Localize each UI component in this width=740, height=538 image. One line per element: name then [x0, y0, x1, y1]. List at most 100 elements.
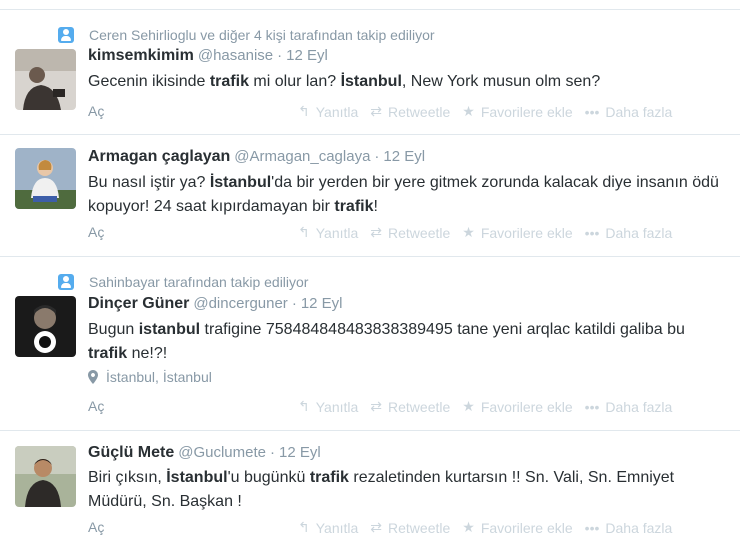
divider — [0, 134, 740, 135]
more-button[interactable]: ••• Daha fazla — [585, 104, 673, 120]
tweet-actions: ↰ Yanıtla ⇄ Retweetle ★ Favorilere ekle •••… — [298, 103, 672, 120]
separator-dot: · — [270, 444, 275, 461]
tweet-text-segment: trafigine 758484848483838389495 tane yen… — [200, 321, 685, 338]
favorite-label: Favorilere ekle — [480, 103, 573, 120]
tweet-text-segment: , New York musun olm sen? — [401, 73, 601, 90]
tweet-header: Güçlü Mete @Guclumete · 12 Eyl — [88, 444, 321, 462]
more-label: Daha fazla — [605, 519, 673, 536]
avatar[interactable] — [15, 446, 76, 507]
retweet-icon: ⇄ — [370, 224, 383, 240]
location-text: İstanbul, İstanbul — [106, 369, 212, 385]
reply-button[interactable]: ↰ Yanıtla — [298, 103, 358, 120]
expand-link[interactable]: Aç — [88, 398, 104, 414]
retweet-button[interactable]: ⇄ Retweetle — [370, 224, 450, 241]
highlighted-keyword: İstanbul — [166, 469, 228, 486]
expand-link[interactable]: Aç — [88, 103, 104, 119]
reply-button[interactable]: ↰ Yanıtla — [298, 398, 358, 415]
favorite-button[interactable]: ★ Favorilere ekle — [462, 224, 572, 241]
more-button[interactable]: ••• Daha fazla — [585, 399, 673, 415]
more-button[interactable]: ••• Daha fazla — [585, 520, 673, 536]
more-dots-icon: ••• — [584, 224, 600, 241]
separator-dot: · — [374, 148, 380, 165]
highlighted-keyword: İstanbul — [209, 174, 272, 191]
highlighted-keyword: İstanbul — [340, 73, 402, 90]
tweet-context: Ceren Sehirlioglu ve diğer 4 kişi tarafı… — [58, 26, 435, 44]
tweet-location[interactable]: İstanbul, İstanbul — [88, 369, 212, 385]
tweet-timestamp[interactable]: 12 Eyl — [383, 148, 425, 165]
reply-label: Yanıtla — [315, 519, 359, 536]
more-dots-icon: ••• — [584, 398, 600, 415]
retweet-button[interactable]: ⇄ Retweetle — [370, 519, 450, 536]
star-icon: ★ — [462, 224, 475, 240]
author-username[interactable]: @Armagan_caglaya — [234, 148, 370, 165]
retweet-icon: ⇄ — [370, 398, 383, 414]
author-name[interactable]: Güçlü Mete — [88, 444, 174, 461]
reply-button[interactable]: ↰ Yanıtla — [298, 519, 358, 536]
person-icon — [58, 27, 74, 43]
star-icon: ★ — [462, 398, 475, 414]
tweet-text: Bu nasıl iştir ya? İstanbul'da bir yerde… — [88, 171, 728, 219]
tweet-text: Gecenin ikisinde trafik mi olur lan? İst… — [88, 70, 728, 94]
star-icon: ★ — [462, 519, 475, 535]
retweet-button[interactable]: ⇄ Retweetle — [370, 103, 450, 120]
context-text: Sahinbayar tarafından takip ediliyor — [89, 274, 309, 290]
separator-dot: · — [277, 47, 283, 64]
context-text: Ceren Sehirlioglu ve diğer 4 kişi tarafı… — [89, 27, 435, 43]
person-icon — [58, 274, 74, 290]
highlighted-keyword: istanbul — [138, 321, 201, 338]
expand-link[interactable]: Aç — [88, 224, 104, 240]
retweet-icon: ⇄ — [370, 103, 383, 119]
more-button[interactable]: ••• Daha fazla — [585, 225, 673, 241]
author-name[interactable]: Armagan çaglayan — [88, 148, 230, 165]
tweet-context: Sahinbayar tarafından takip ediliyor — [58, 273, 308, 291]
tweet-timestamp[interactable]: 12 Eyl — [301, 295, 343, 312]
tweet-text-segment: ! — [373, 198, 378, 215]
retweet-icon: ⇄ — [370, 519, 383, 535]
more-label: Daha fazla — [605, 103, 673, 120]
retweet-label: Retweetle — [388, 103, 451, 120]
author-name[interactable]: kimsemkimim — [88, 47, 194, 64]
more-label: Daha fazla — [605, 224, 673, 241]
more-dots-icon: ••• — [584, 103, 600, 120]
highlighted-keyword: trafik — [209, 73, 249, 90]
reply-icon: ↰ — [298, 103, 310, 119]
highlighted-keyword: trafik — [334, 198, 374, 215]
avatar[interactable] — [15, 296, 76, 357]
retweet-label: Retweetle — [388, 224, 451, 241]
favorite-button[interactable]: ★ Favorilere ekle — [462, 398, 572, 415]
reply-button[interactable]: ↰ Yanıtla — [298, 224, 358, 241]
tweet-text-segment: Bu nasıl iştir ya? — [88, 174, 210, 191]
highlighted-keyword: trafik — [88, 345, 128, 362]
reply-icon: ↰ — [298, 224, 310, 240]
avatar[interactable] — [15, 148, 76, 209]
reply-label: Yanıtla — [315, 224, 359, 241]
tweet-text-segment: ne!?! — [127, 345, 168, 362]
author-name[interactable]: Dinçer Güner — [88, 295, 189, 312]
retweet-label: Retweetle — [388, 398, 451, 415]
reply-label: Yanıtla — [315, 103, 359, 120]
author-username[interactable]: @Guclumete — [178, 444, 266, 461]
avatar[interactable] — [15, 49, 76, 110]
expand-link[interactable]: Aç — [88, 519, 104, 535]
author-username[interactable]: @hasanise — [198, 47, 273, 64]
tweet-text-segment: Bugun — [88, 321, 139, 338]
tweet-text-segment: Biri çıksın, — [88, 469, 167, 486]
tweet-header: kimsemkimim @hasanise · 12 Eyl — [88, 47, 328, 65]
divider — [0, 430, 740, 431]
map-pin-icon — [88, 370, 98, 384]
retweet-button[interactable]: ⇄ Retweetle — [370, 398, 450, 415]
tweet-text-segment: 'u bugünkü — [227, 469, 310, 486]
tweet-timestamp[interactable]: 12 Eyl — [286, 47, 328, 64]
author-username[interactable]: @dincerguner — [193, 295, 287, 312]
favorite-label: Favorilere ekle — [480, 519, 573, 536]
tweet-timestamp[interactable]: 12 Eyl — [279, 444, 321, 461]
more-dots-icon: ••• — [584, 519, 600, 536]
tweet-text-segment: mi olur lan? — [248, 73, 341, 90]
retweet-label: Retweetle — [388, 519, 451, 536]
more-label: Daha fazla — [605, 398, 673, 415]
favorite-button[interactable]: ★ Favorilere ekle — [462, 519, 572, 536]
tweet-header: Dinçer Güner @dincerguner · 12 Eyl — [88, 295, 343, 313]
tweet-text: Biri çıksın, İstanbul'u bugünkü trafik r… — [88, 466, 728, 514]
favorite-button[interactable]: ★ Favorilere ekle — [462, 103, 572, 120]
reply-icon: ↰ — [298, 398, 310, 414]
